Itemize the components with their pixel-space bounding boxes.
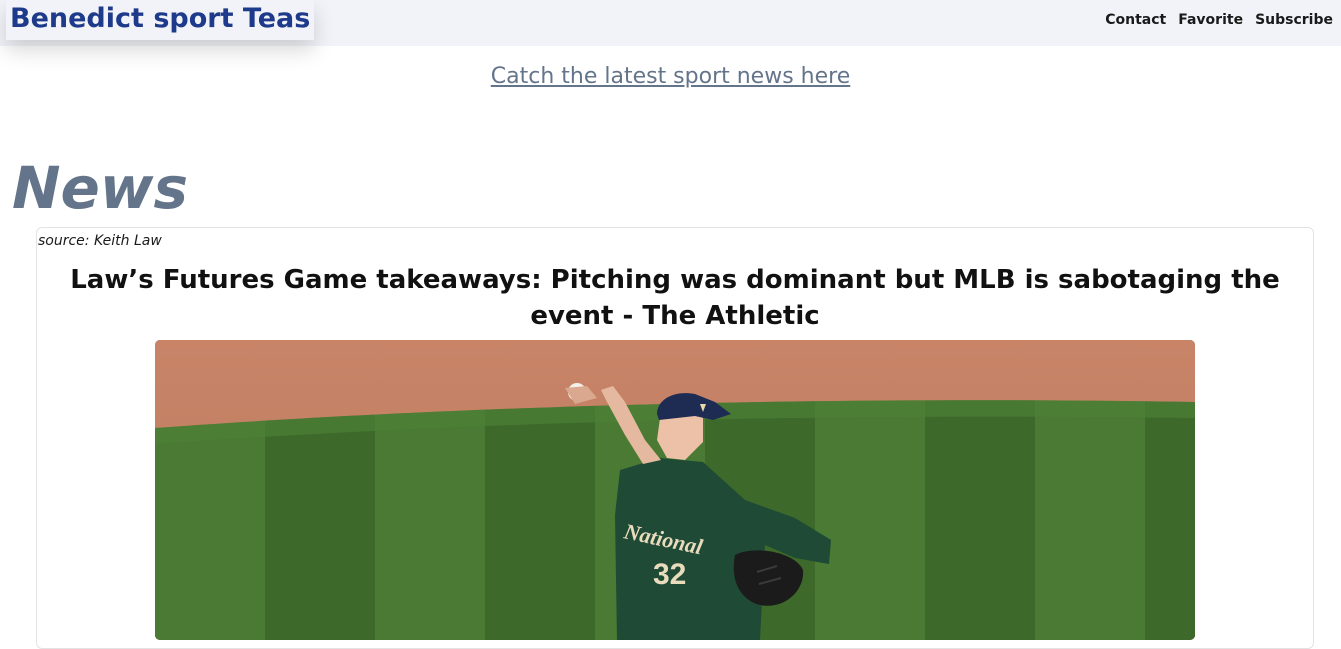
section-title: News — [12, 154, 188, 222]
nav-link-subscribe[interactable]: Subscribe — [1255, 12, 1333, 28]
nav-links: Contact Favorite Subscribe — [1093, 0, 1333, 40]
brand-logo[interactable]: Benedict sport Teas — [6, 0, 314, 40]
article-image[interactable]: National 32 — [155, 340, 1195, 640]
navbar: Benedict sport Teas Contact Favorite Sub… — [0, 0, 1341, 46]
baseball-pitcher-photo: National 32 — [155, 340, 1195, 640]
article-headline[interactable]: Law’s Futures Game takeaways: Pitching w… — [37, 262, 1313, 334]
news-card[interactable]: source: Keith Law Law’s Futures Game tak… — [36, 227, 1314, 649]
article-source: source: Keith Law — [38, 233, 162, 249]
nav-link-favorite[interactable]: Favorite — [1178, 12, 1243, 28]
jersey-number: 32 — [653, 558, 686, 591]
tagline-link[interactable]: Catch the latest sport news here — [491, 64, 851, 89]
hero-tagline: Catch the latest sport news here — [0, 62, 1341, 92]
nav-link-contact[interactable]: Contact — [1105, 12, 1166, 28]
